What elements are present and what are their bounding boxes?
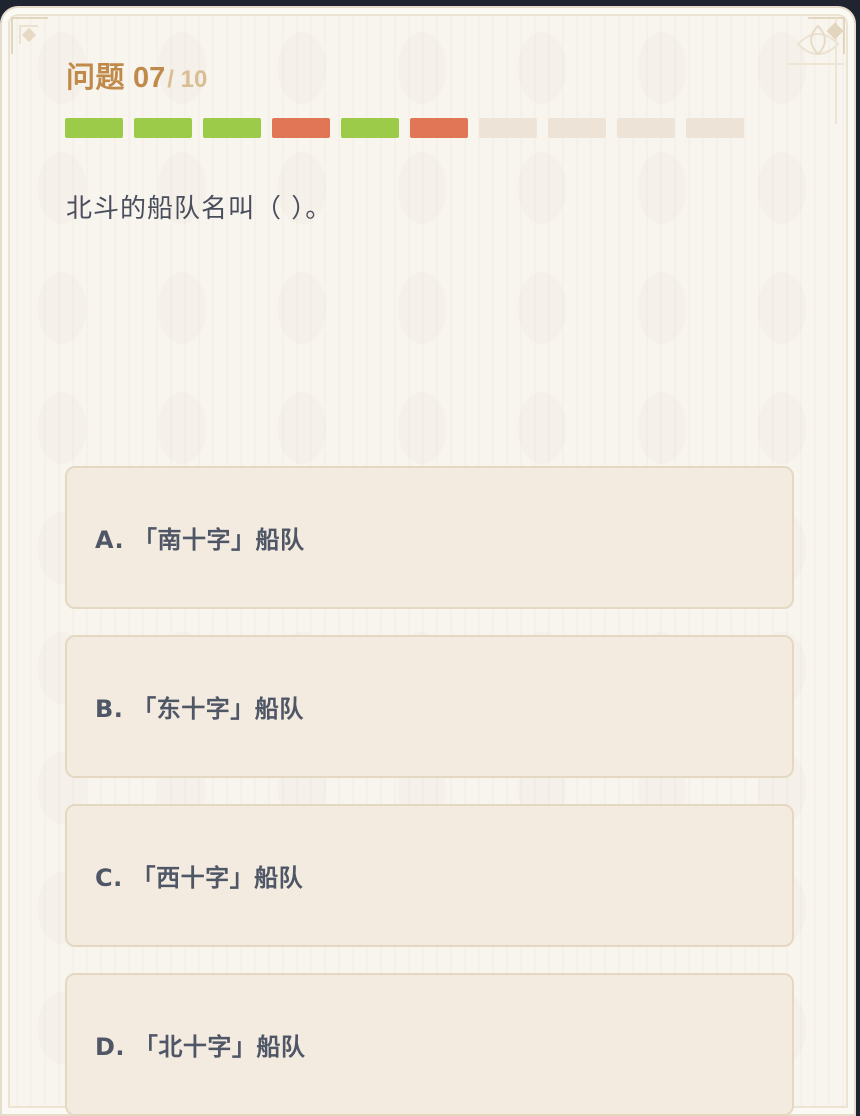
answer-option-a[interactable]: A. 「南十字」船队 bbox=[65, 466, 794, 609]
question-text: 北斗的船队名叫（ ）。 bbox=[66, 194, 333, 224]
progress-segment-correct bbox=[65, 118, 123, 138]
answer-option-label: A. 「南十字」船队 bbox=[95, 526, 305, 554]
quiz-card: 问题 07 / 10 北斗的船队名叫（ ）。 A. 「南十字」船队 B. 「东十… bbox=[0, 6, 856, 1116]
progress-segment-correct bbox=[134, 118, 192, 138]
progress-segment-pending bbox=[617, 118, 675, 138]
answer-option-label: B. 「东十字」船队 bbox=[95, 695, 304, 723]
progress-segment-pending bbox=[548, 118, 606, 138]
question-label: 问题 bbox=[66, 60, 126, 94]
answer-option-label: D. 「北十字」船队 bbox=[95, 1033, 306, 1061]
progress-segment-pending bbox=[686, 118, 744, 138]
answer-option-d[interactable]: D. 「北十字」船队 bbox=[65, 973, 794, 1116]
progress-bar bbox=[65, 118, 744, 138]
progress-segment-pending bbox=[479, 118, 537, 138]
progress-segment-correct bbox=[341, 118, 399, 138]
question-header: 问题 07 / 10 bbox=[66, 54, 207, 94]
answer-option-b[interactable]: B. 「东十字」船队 bbox=[65, 635, 794, 778]
progress-segment-wrong bbox=[272, 118, 330, 138]
progress-segment-correct bbox=[203, 118, 261, 138]
answer-option-label: C. 「西十字」船队 bbox=[95, 864, 304, 892]
question-total: / 10 bbox=[167, 66, 208, 93]
ornament-corner-icon bbox=[788, 17, 845, 124]
progress-segment-wrong bbox=[410, 118, 468, 138]
question-number: 07 bbox=[133, 62, 166, 94]
answer-option-c[interactable]: C. 「西十字」船队 bbox=[65, 804, 794, 947]
